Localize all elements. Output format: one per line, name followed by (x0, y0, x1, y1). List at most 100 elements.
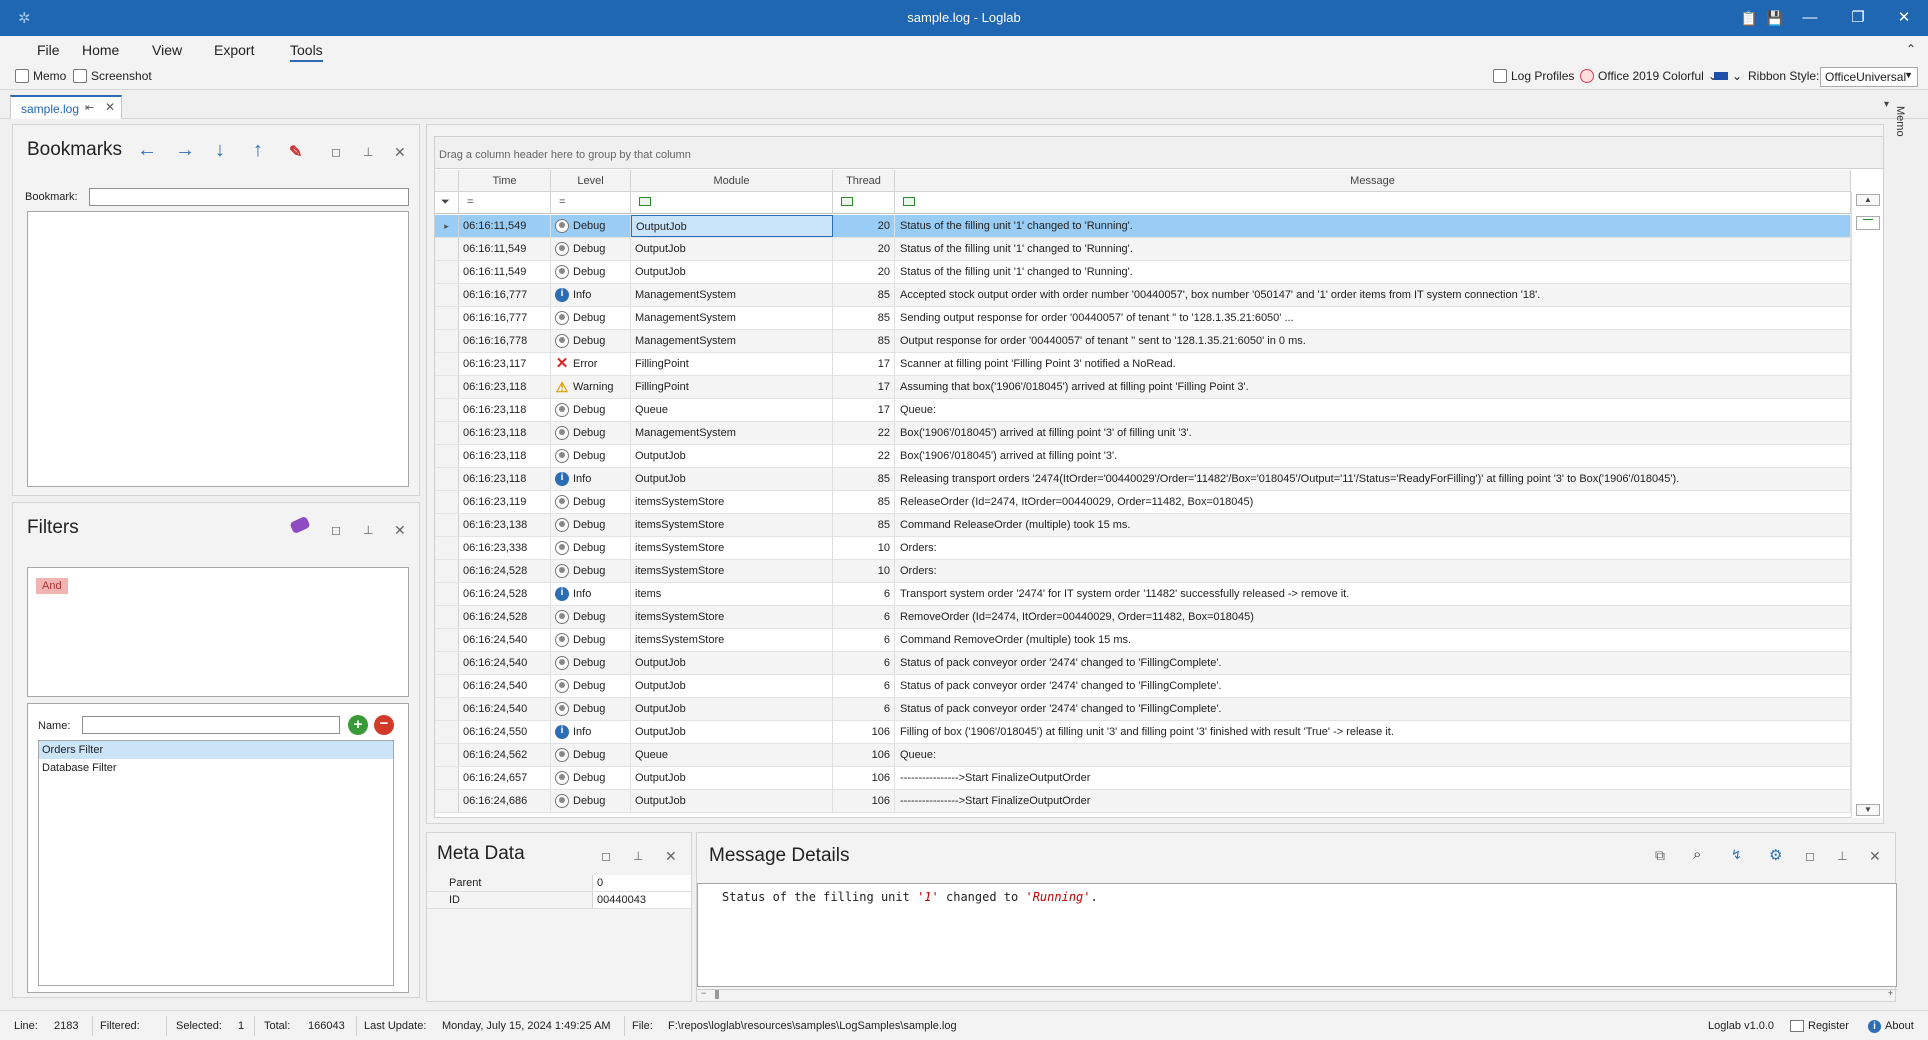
cell-message[interactable]: Output response for order '00440057' of … (895, 330, 1851, 352)
cell-time[interactable]: 06:16:23,138 (459, 514, 551, 536)
copy-icon[interactable]: ⧉ (1655, 847, 1665, 864)
cell-module[interactable]: OutputJob (631, 675, 833, 697)
table-row[interactable]: 06:16:23,119 Debug itemsSystemStore 85 Relea… (435, 491, 1851, 514)
cell-thread[interactable]: 6 (833, 629, 895, 651)
gear-icon[interactable]: ⚙ (1769, 846, 1782, 864)
cell-module[interactable]: OutputJob (631, 468, 833, 490)
cell-thread[interactable]: 20 (833, 261, 895, 283)
bookmark-input[interactable] (89, 188, 409, 206)
cell-module[interactable]: Queue (631, 744, 833, 766)
thread-filter-cell[interactable] (833, 192, 895, 214)
cell-time[interactable]: 06:16:24,540 (459, 675, 551, 697)
scroll-right-icon[interactable]: + (1888, 988, 1893, 998)
cell-thread[interactable]: 106 (833, 767, 895, 789)
row-indicator[interactable] (435, 445, 459, 467)
table-row[interactable]: 06:16:23,338 Debug itemsSystemStore 10 Order… (435, 537, 1851, 560)
cell-message[interactable]: Status of pack conveyor order '2474' cha… (895, 675, 1851, 697)
table-row[interactable]: 06:16:24,528 Debug itemsSystemStore 10 Order… (435, 560, 1851, 583)
row-indicator[interactable] (435, 583, 459, 605)
cell-time[interactable]: 06:16:24,528 (459, 606, 551, 628)
list-item-orders-filter[interactable]: Orders Filter (39, 741, 393, 759)
table-row[interactable]: 06:16:24,657 Debug OutputJob 106 -----------… (435, 767, 1851, 790)
table-row[interactable]: 06:16:24,540 Debug itemsSystemStore 6 Comman… (435, 629, 1851, 652)
memo-button[interactable]: Memo (15, 69, 66, 83)
cell-module[interactable]: items (631, 583, 833, 605)
cell-module[interactable]: FillingPoint (631, 376, 833, 398)
word-wrap-icon[interactable]: ↯ (1731, 847, 1742, 863)
cell-module[interactable]: itemsSystemStore (631, 629, 833, 651)
log-profiles-button[interactable]: Log Profiles (1493, 69, 1574, 83)
cell-thread[interactable]: 20 (833, 215, 895, 237)
arrow-left-icon[interactable]: ← (137, 139, 157, 162)
color-swatch-dropdown[interactable]: ⌄ (1714, 69, 1742, 83)
table-row[interactable]: 06:16:24,528 Debug itemsSystemStore 6 Remove… (435, 606, 1851, 629)
row-indicator[interactable] (435, 514, 459, 536)
cell-time[interactable]: 06:16:23,119 (459, 491, 551, 513)
cell-level[interactable]: Debug (551, 238, 631, 260)
cell-thread[interactable]: 106 (833, 721, 895, 743)
table-row[interactable]: 06:16:16,778 Debug ManagementSystem 85 Outpu… (435, 330, 1851, 353)
cell-message[interactable]: RemoveOrder (Id=2474, ItOrder=00440029, … (895, 606, 1851, 628)
cell-level[interactable]: Debug (551, 491, 631, 513)
row-indicator[interactable] (435, 698, 459, 720)
table-row[interactable]: 06:16:24,562 Debug Queue 106 Queue: (435, 744, 1851, 767)
cell-thread[interactable]: 17 (833, 353, 895, 375)
menu-export[interactable]: Export (214, 42, 254, 58)
table-row[interactable]: 06:16:24,550 i Info OutputJob 106 Filling of … (435, 721, 1851, 744)
maximize-panel-icon[interactable]: ◻ (1805, 849, 1815, 863)
maximize-panel-icon[interactable]: ◻ (601, 849, 611, 863)
cell-thread[interactable]: 85 (833, 330, 895, 352)
table-row[interactable]: 06:16:24,540 Debug OutputJob 6 Status of pac… (435, 652, 1851, 675)
cell-level[interactable]: i Info (551, 468, 631, 490)
cell-message[interactable]: Releasing transport orders '2474(ItOrder… (895, 468, 1851, 490)
maximize-button[interactable]: ❐ (1834, 0, 1882, 36)
column-header-level[interactable]: Level (551, 170, 631, 192)
cell-thread[interactable]: 106 (833, 790, 895, 812)
cell-time[interactable]: 06:16:24,528 (459, 560, 551, 582)
table-row[interactable]: 06:16:23,117 ✕ Error FillingPoint 17 Scanner … (435, 353, 1851, 376)
table-row[interactable]: 06:16:23,118 Debug OutputJob 22 Box('1906'/0… (435, 445, 1851, 468)
table-row[interactable]: 06:16:24,540 Debug OutputJob 6 Status of pac… (435, 675, 1851, 698)
cell-message[interactable]: Orders: (895, 537, 1851, 559)
table-row[interactable]: 06:16:23,138 Debug itemsSystemStore 85 Comma… (435, 514, 1851, 537)
cell-time[interactable]: 06:16:24,528 (459, 583, 551, 605)
pin-icon[interactable]: ⇤ (85, 101, 94, 114)
column-header-thread[interactable]: Thread (833, 170, 895, 192)
cell-thread[interactable]: 85 (833, 514, 895, 536)
row-indicator[interactable] (435, 422, 459, 444)
cell-module[interactable]: OutputJob (631, 698, 833, 720)
cell-module[interactable]: OutputJob (631, 721, 833, 743)
cell-module[interactable]: Queue (631, 399, 833, 421)
row-indicator[interactable] (435, 491, 459, 513)
maximize-panel-icon[interactable]: ◻ (331, 145, 341, 159)
level-filter-op[interactable]: = (551, 192, 631, 214)
cell-time[interactable]: 06:16:11,549 (459, 238, 551, 260)
row-indicator[interactable] (435, 376, 459, 398)
cell-level[interactable]: i Info (551, 583, 631, 605)
clear-bookmarks-icon[interactable]: ✎ (289, 142, 302, 162)
cell-message[interactable]: Queue: (895, 744, 1851, 766)
cell-message[interactable]: Filling of box ('1906'/018045') at filli… (895, 721, 1851, 743)
cell-level[interactable]: Debug (551, 652, 631, 674)
row-indicator[interactable] (435, 399, 459, 421)
cell-level[interactable]: Debug (551, 698, 631, 720)
register-button[interactable]: Register (1790, 1020, 1849, 1032)
arrow-up-icon[interactable]: ↑ (253, 139, 263, 162)
cell-module[interactable]: itemsSystemStore (631, 560, 833, 582)
row-indicator[interactable] (435, 284, 459, 306)
row-indicator[interactable] (435, 675, 459, 697)
cell-time[interactable]: 06:16:23,118 (459, 376, 551, 398)
cell-message[interactable]: Sending output response for order '00440… (895, 307, 1851, 329)
pin-icon[interactable]: ⊥ (363, 145, 373, 159)
cell-level[interactable]: Debug (551, 767, 631, 789)
message-filter-cell[interactable] (895, 192, 1851, 214)
list-item-database-filter[interactable]: Database Filter (39, 759, 393, 777)
column-header-message[interactable]: Message (895, 170, 1851, 192)
filter-node-and[interactable]: And (36, 578, 68, 594)
tab-sample-log[interactable]: sample.log ⇤ ✕ (10, 95, 122, 119)
table-row[interactable]: 06:16:11,549 Debug OutputJob 20 Status of th… (435, 261, 1851, 284)
cell-module[interactable]: FillingPoint (631, 353, 833, 375)
cell-time[interactable]: 06:16:24,550 (459, 721, 551, 743)
cell-message[interactable]: Scanner at filling point 'Filling Point … (895, 353, 1851, 375)
cell-message[interactable]: Orders: (895, 560, 1851, 582)
